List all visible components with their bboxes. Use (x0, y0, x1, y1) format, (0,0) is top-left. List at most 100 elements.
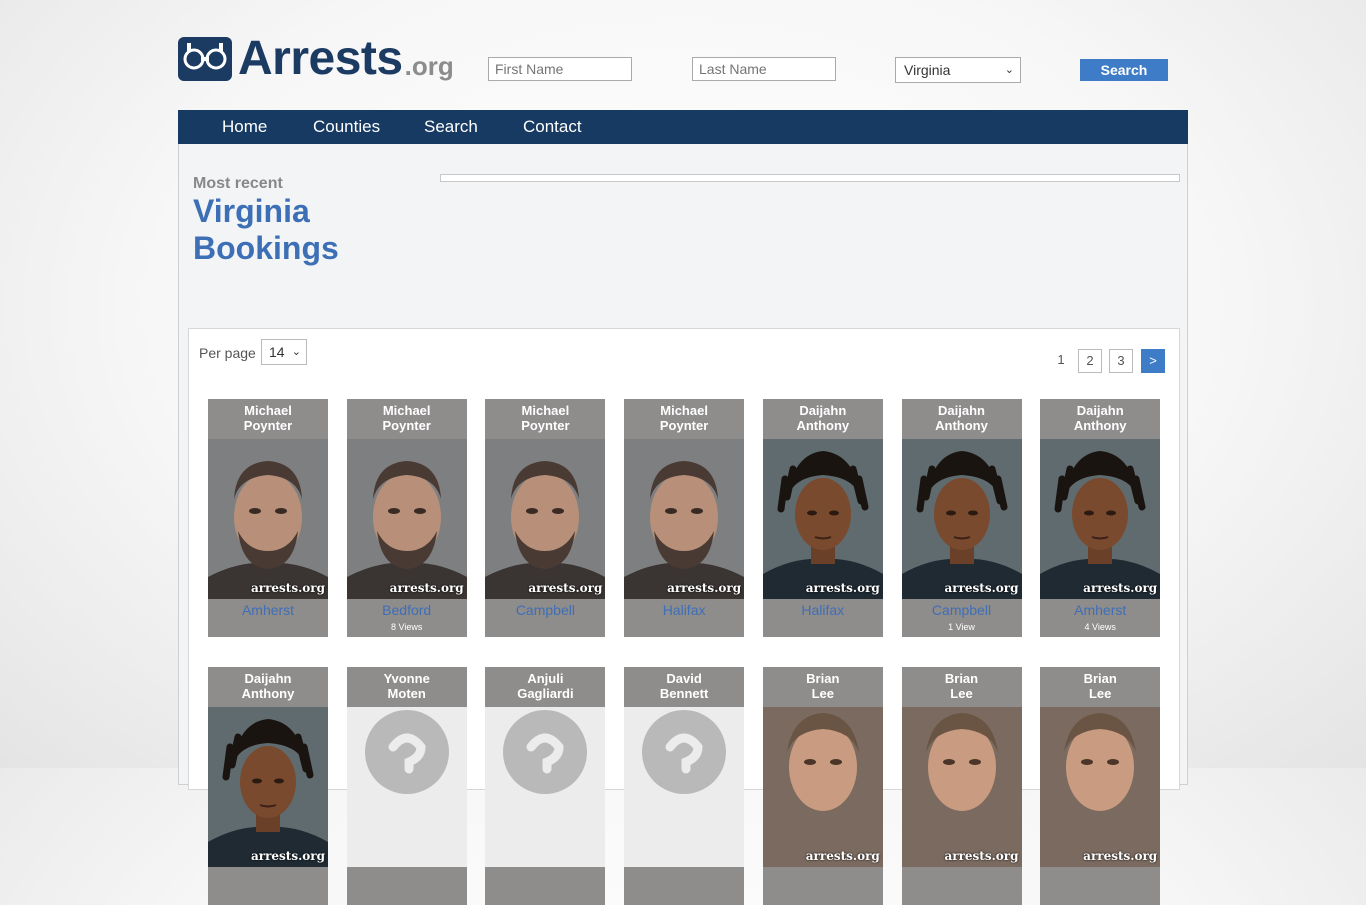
booking-first-name: Michael (244, 403, 292, 418)
booking-name[interactable]: David Bennett (624, 671, 744, 701)
booking-views: 4 Views (1084, 622, 1116, 632)
booking-last-name: Anthony (796, 418, 850, 433)
mugshot-photo[interactable]: arrests.org (901, 707, 1022, 867)
mugshot-photo[interactable]: arrests.org (346, 439, 467, 599)
booking-name[interactable]: Daijahn Anthony (1040, 403, 1160, 433)
booking-name[interactable]: Yvonne Moten (347, 671, 467, 701)
mugshot-photo[interactable]: arrests.org (762, 439, 883, 599)
nav-contact[interactable]: Contact (523, 110, 582, 144)
booking-county-link[interactable]: Amherst (208, 602, 328, 618)
mugshot-photo[interactable]: arrests.org (485, 439, 606, 599)
booking-name[interactable]: Brian Lee (763, 671, 883, 701)
booking-first-name: Michael (521, 403, 570, 418)
booking-first-name: Brian (1083, 671, 1117, 686)
page-title-line1: Virginia (193, 193, 310, 229)
booking-first-name: Daijahn (244, 671, 292, 686)
page-subtitle: Most recent (193, 175, 283, 192)
booking-name[interactable]: Anjuli Gagliardi (485, 671, 605, 701)
state-select[interactable]: Virginia ⌄ (895, 57, 1021, 83)
chevron-down-icon: ⌄ (1004, 64, 1014, 76)
booking-name[interactable]: Michael Poynter (208, 403, 328, 433)
state-select-value: Virginia (904, 62, 951, 78)
booking-name[interactable]: Daijahn Anthony (902, 403, 1022, 433)
mugshot-photo[interactable]: arrests.org (208, 439, 328, 599)
booking-card[interactable]: Daijahn Anthony arrests.org (208, 667, 328, 905)
booking-card[interactable]: Yvonne Moten (346, 667, 467, 905)
booking-first-name: Yvonne (383, 671, 430, 686)
page-title-line2: Bookings (193, 230, 339, 266)
booking-card[interactable]: Michael Poynter arrests.org Campbell (485, 399, 606, 637)
nav-counties[interactable]: Counties (313, 110, 380, 144)
booking-card[interactable]: Brian Lee arrests.org (762, 667, 883, 905)
booking-card[interactable]: Daijahn Anthony arrests.org Amherst 4 Views (1040, 399, 1161, 637)
booking-name[interactable]: Michael Poynter (624, 403, 744, 433)
nav-home[interactable]: Home (222, 110, 267, 144)
per-page-label: Per page (199, 345, 256, 361)
mugshot-photo[interactable]: arrests.org (762, 707, 883, 867)
booking-last-name: Bennett (659, 686, 709, 701)
chevron-down-icon: ⌄ (291, 346, 301, 358)
per-page-select[interactable]: 14 ⌄ (261, 339, 307, 365)
booking-card[interactable]: Michael Poynter arrests.org Halifax (624, 399, 745, 637)
booking-county-link[interactable]: Amherst (1040, 602, 1160, 618)
mugshot-photo[interactable]: arrests.org (1040, 439, 1161, 599)
booking-name[interactable]: Brian Lee (1040, 671, 1160, 701)
booking-county-link[interactable]: Halifax (763, 602, 883, 618)
booking-last-name: Lee (950, 686, 973, 701)
watermark: arrests.org (805, 849, 880, 863)
booking-name[interactable]: Michael Poynter (347, 403, 467, 433)
page-2[interactable]: 2 (1078, 349, 1102, 373)
booking-card[interactable]: Daijahn Anthony arrests.org Halifax (762, 399, 883, 637)
page-3[interactable]: 3 (1109, 349, 1133, 373)
booking-card[interactable]: David Bennett (624, 667, 745, 905)
booking-name[interactable]: Brian Lee (902, 671, 1022, 701)
watermark: arrests.org (389, 581, 464, 595)
booking-last-name: Anthony (241, 686, 295, 701)
first-name-input[interactable] (488, 57, 632, 81)
watermark: arrests.org (667, 581, 742, 595)
booking-name[interactable]: Daijahn Anthony (763, 403, 883, 433)
booking-card[interactable]: Michael Poynter arrests.org Bedford 8 Views (346, 399, 467, 637)
watermark: arrests.org (250, 849, 325, 863)
mugshot-photo[interactable]: arrests.org (624, 439, 745, 599)
booking-county-link[interactable]: Halifax (624, 602, 744, 618)
no-photo-placeholder[interactable] (346, 707, 467, 867)
booking-first-name: Brian (806, 671, 840, 686)
booking-last-name: Anthony (935, 418, 988, 433)
last-name-input[interactable] (692, 57, 836, 81)
booking-county-link[interactable]: Campbell (485, 602, 605, 618)
watermark: arrests.org (944, 581, 1019, 595)
booking-first-name: Brian (944, 671, 979, 686)
booking-last-name: Poynter (521, 418, 570, 433)
watermark: arrests.org (1083, 849, 1158, 863)
mugshot-photo[interactable]: arrests.org (208, 707, 328, 867)
booking-last-name: Poynter (243, 418, 293, 433)
no-photo-placeholder[interactable] (485, 707, 606, 867)
booking-county-link[interactable]: Bedford (347, 602, 467, 618)
mugshot-photo[interactable]: arrests.org (1040, 707, 1161, 867)
booking-first-name: Michael (382, 403, 431, 418)
nav-search[interactable]: Search (424, 110, 478, 144)
mugshot-photo[interactable]: arrests.org (901, 439, 1022, 599)
booking-county-link[interactable]: Campbell (902, 602, 1022, 618)
booking-last-name: Anthony (1073, 418, 1127, 433)
booking-last-name: Moten (387, 686, 426, 701)
booking-card[interactable]: Daijahn Anthony arrests.org Campbell 1 View (901, 399, 1022, 637)
logo-tld: .org (404, 51, 454, 81)
booking-first-name: Anjuli (527, 671, 564, 686)
booking-name[interactable]: Michael Poynter (485, 403, 605, 433)
booking-card[interactable]: Brian Lee arrests.org (901, 667, 1022, 905)
booking-card[interactable]: Michael Poynter arrests.org Amherst (208, 399, 328, 637)
handcuffs-icon (178, 37, 232, 81)
search-button[interactable]: Search (1080, 59, 1168, 81)
ad-banner (440, 174, 1180, 182)
main-nav: Home Counties Search Contact (178, 110, 1188, 144)
booking-card[interactable]: Anjuli Gagliardi (485, 667, 606, 905)
booking-first-name: Michael (660, 403, 708, 418)
site-logo[interactable]: Arrests .org (178, 35, 454, 83)
watermark: arrests.org (944, 849, 1019, 863)
booking-name[interactable]: Daijahn Anthony (208, 671, 328, 701)
no-photo-placeholder[interactable] (624, 707, 745, 867)
booking-card[interactable]: Brian Lee arrests.org (1040, 667, 1161, 905)
next-page-button[interactable]: > (1141, 349, 1165, 373)
